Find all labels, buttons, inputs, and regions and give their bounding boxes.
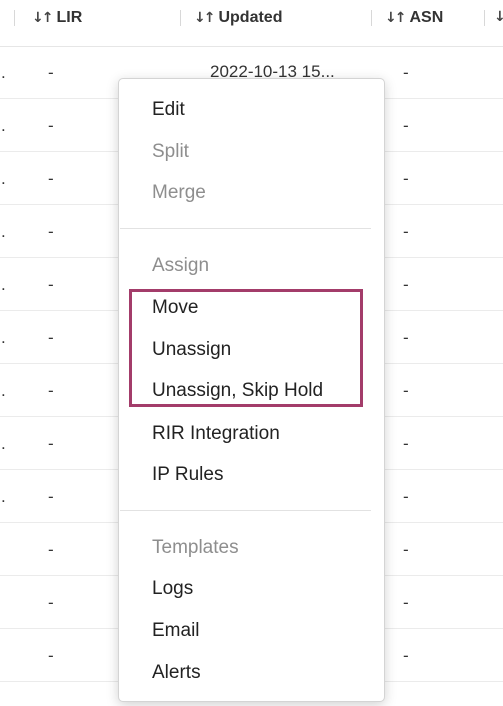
row-leading-text: .	[1, 63, 6, 82]
sort-arrows-icon[interactable]: ↓↑	[385, 10, 407, 26]
menu-item-ip-rules[interactable]: IP Rules	[152, 464, 223, 486]
menu-item-edit[interactable]: Edit	[152, 99, 185, 121]
cell-asn: -	[403, 63, 409, 82]
cell-lir: -	[48, 434, 54, 453]
cell-asn: -	[403, 434, 409, 453]
column-separator[interactable]	[371, 10, 372, 26]
column-separator[interactable]	[484, 10, 485, 26]
menu-item-alerts[interactable]: Alerts	[152, 662, 201, 684]
row-leading-text: .	[1, 222, 6, 241]
column-header-partial[interactable]: ↓	[494, 9, 503, 25]
menu-item-split: Split	[152, 141, 189, 162]
menu-divider	[120, 228, 371, 229]
cell-asn: -	[403, 593, 409, 612]
cell-lir: -	[48, 381, 54, 400]
menu-item-logs[interactable]: Logs	[152, 578, 193, 600]
table-header: ↓↑ LIR ↓↑ Updated ↓↑ ASN ↓	[0, 0, 503, 47]
row-leading-text: .	[1, 487, 6, 506]
row-leading-text: .	[1, 169, 6, 188]
sort-arrows-icon[interactable]: ↓	[494, 9, 503, 25]
column-header-label: LIR	[56, 9, 83, 26]
row-leading-text: .	[1, 275, 6, 294]
column-header-asn[interactable]: ↓↑ ASN	[385, 9, 443, 27]
menu-item-email[interactable]: Email	[152, 620, 200, 642]
cell-asn: -	[403, 328, 409, 347]
menu-item-assign: Assign	[152, 255, 210, 276]
menu-item-unassign-skip-hold[interactable]: Unassign, Skip Hold	[152, 380, 323, 402]
menu-divider	[120, 510, 371, 511]
cell-lir: -	[48, 222, 54, 241]
sort-arrows-icon[interactable]: ↓↑	[194, 10, 216, 26]
row-leading-text: .	[1, 381, 6, 400]
menu-item-move[interactable]: Move	[152, 297, 198, 319]
context-menu: Edit Split Merge Assign Move Unassign Un…	[118, 78, 385, 702]
row-leading-text: .	[1, 434, 6, 453]
cell-asn: -	[403, 169, 409, 188]
cell-lir: -	[48, 646, 54, 665]
column-header-label: ASN	[409, 9, 444, 26]
row-leading-text: .	[1, 116, 6, 135]
cell-asn: -	[403, 275, 409, 294]
cell-asn: -	[403, 116, 409, 135]
cell-asn: -	[403, 646, 409, 665]
cell-lir: -	[48, 116, 54, 135]
cell-asn: -	[403, 540, 409, 559]
cell-lir: -	[48, 593, 54, 612]
menu-item-templates: Templates	[152, 537, 239, 558]
cell-asn: -	[403, 381, 409, 400]
column-separator[interactable]	[180, 10, 181, 26]
menu-item-merge: Merge	[152, 182, 206, 203]
menu-item-rir-integration[interactable]: RIR Integration	[152, 423, 280, 445]
cell-lir: -	[48, 328, 54, 347]
column-header-label: Updated	[218, 9, 283, 26]
row-leading-text: .	[1, 328, 6, 347]
cell-lir: -	[48, 169, 54, 188]
cell-lir: -	[48, 540, 54, 559]
cell-lir: -	[48, 487, 54, 506]
cell-asn: -	[403, 222, 409, 241]
cell-lir: -	[48, 275, 54, 294]
column-header-updated[interactable]: ↓↑ Updated	[194, 9, 282, 27]
column-separator[interactable]	[14, 10, 15, 26]
column-header-lir[interactable]: ↓↑ LIR	[32, 9, 82, 27]
sort-arrows-icon[interactable]: ↓↑	[32, 10, 54, 26]
cell-asn: -	[403, 487, 409, 506]
menu-item-unassign[interactable]: Unassign	[152, 339, 231, 361]
cell-lir: -	[48, 63, 54, 82]
